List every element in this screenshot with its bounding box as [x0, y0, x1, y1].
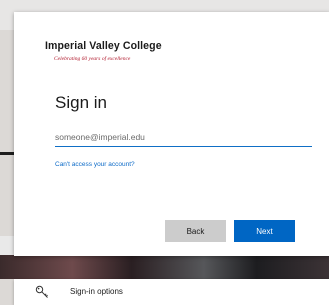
cant-access-account-link[interactable]: Can't access your account? — [55, 161, 135, 168]
back-button[interactable]: Back — [165, 220, 226, 242]
background-image-strip — [0, 255, 329, 279]
sign-in-card: Imperial Valley College Celebrating 60 y… — [14, 12, 329, 256]
sign-in-options-button[interactable]: Sign-in options — [14, 279, 329, 305]
key-icon — [35, 285, 48, 298]
sign-in-options-label: Sign-in options — [70, 287, 123, 296]
college-logo: Imperial Valley College Celebrating 60 y… — [45, 40, 195, 76]
logo-name: Imperial Valley College — [45, 40, 162, 52]
next-button[interactable]: Next — [234, 220, 295, 242]
page-title: Sign in — [55, 93, 107, 112]
logo-tagline: Celebrating 60 years of excellence — [54, 56, 131, 62]
email-field[interactable] — [55, 128, 312, 147]
